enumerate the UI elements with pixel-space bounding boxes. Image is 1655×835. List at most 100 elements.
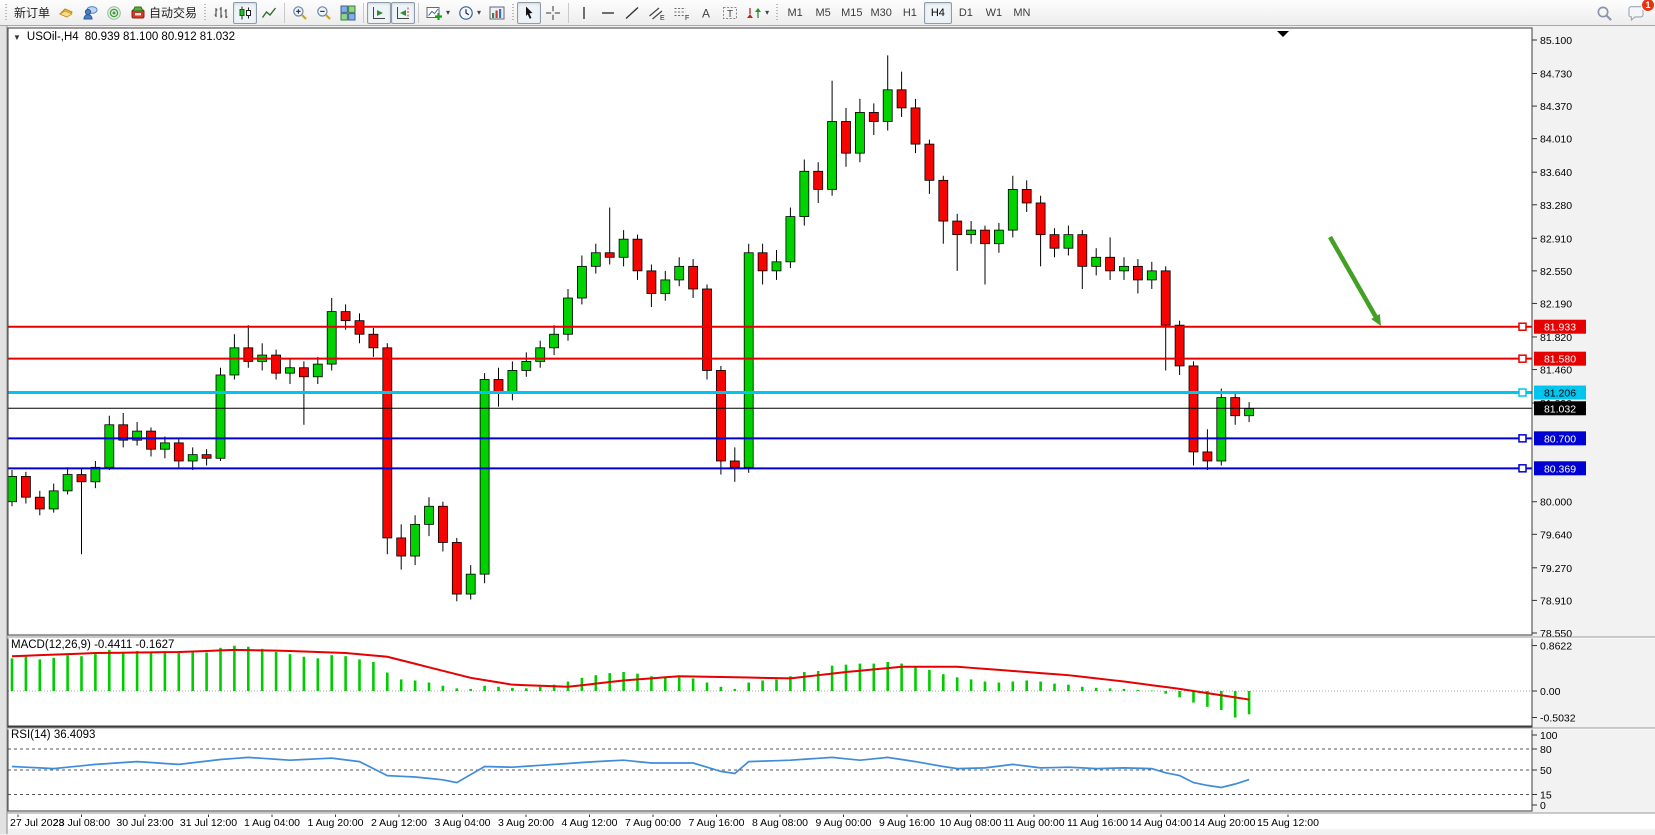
candle-body — [8, 476, 17, 501]
line-anchor-marker[interactable] — [1519, 465, 1526, 472]
arrows-dropdown-caret[interactable]: ▾ — [765, 8, 769, 17]
candle-body — [842, 121, 851, 153]
tile-windows-button[interactable] — [336, 2, 360, 24]
candle-body — [577, 266, 586, 298]
zoom-out-icon — [316, 5, 332, 21]
price-line-label: 81.933 — [1544, 322, 1576, 334]
window-left-edge — [0, 26, 7, 834]
gold-badge-icon — [58, 5, 74, 21]
chart-canvas[interactable]: 85.10084.73084.37084.01083.64083.28082.9… — [0, 26, 1655, 834]
candle-body — [1064, 235, 1073, 249]
crosshair-button[interactable] — [541, 2, 565, 24]
line-anchor-marker[interactable] — [1519, 355, 1526, 362]
zoom-out-button[interactable] — [312, 2, 336, 24]
auto-trading-button[interactable]: 自动交易 — [126, 2, 201, 24]
candle-body — [466, 574, 475, 594]
candle-body — [1217, 398, 1226, 461]
price-tick-label: 85.100 — [1540, 35, 1572, 47]
search-button[interactable] — [1592, 2, 1617, 24]
timeframe-m30-button[interactable]: M30 — [866, 2, 895, 24]
notifications-button[interactable]: 1 — [1623, 2, 1649, 24]
periods-button[interactable]: ▾ — [454, 2, 485, 24]
time-tick-label: 15 Aug 12:00 — [1257, 817, 1319, 829]
candle-body — [814, 171, 823, 189]
fibonacci-icon: F — [673, 5, 690, 21]
text-label-button[interactable]: T — [718, 2, 742, 24]
timeframe-mn-button[interactable]: MN — [1008, 2, 1036, 24]
timeframe-w1-button[interactable]: W1 — [980, 2, 1008, 24]
candle-body — [1231, 398, 1240, 416]
rsi-pane[interactable] — [8, 727, 1532, 811]
rsi-tick-label: 100 — [1540, 730, 1558, 742]
signal-icon — [106, 5, 122, 21]
timeframe-m5-button[interactable]: M5 — [809, 2, 837, 24]
market-watch-button[interactable] — [54, 2, 78, 24]
templates-icon — [489, 5, 505, 21]
price-tick-label: 83.640 — [1540, 167, 1572, 179]
timeframe-h4-button[interactable]: H4 — [924, 2, 952, 24]
macd-tick-label: 0.8622 — [1540, 641, 1572, 653]
timeframe-d1-button[interactable]: D1 — [952, 2, 980, 24]
candle-body — [716, 370, 725, 461]
toolbar-drag-handle[interactable] — [775, 4, 779, 22]
price-tick-label: 81.820 — [1540, 332, 1572, 344]
bar-chart-button[interactable] — [209, 2, 233, 24]
toolbar-drag-handle[interactable] — [511, 4, 515, 22]
auto-scroll-button[interactable] — [367, 2, 391, 24]
toolbar-drag-handle[interactable] — [4, 4, 8, 22]
candle-body — [1022, 189, 1031, 203]
text-button[interactable]: A — [694, 2, 718, 24]
main-chart-pane[interactable] — [8, 28, 1532, 635]
timeframe-m15-button[interactable]: M15 — [837, 2, 866, 24]
candle-body — [744, 253, 753, 468]
candle-body — [216, 375, 225, 458]
horizontal-line-button[interactable] — [596, 2, 620, 24]
price-tick-label: 78.910 — [1540, 595, 1572, 607]
candle-body — [425, 506, 434, 524]
arrows-button[interactable]: ▾ — [742, 2, 773, 24]
vertical-line-button[interactable] — [572, 2, 596, 24]
ohlc-bars-icon — [213, 5, 229, 21]
candle-body — [828, 121, 837, 189]
text-label-icon: T — [722, 5, 738, 21]
new-order-button[interactable]: 新订单 — [10, 2, 54, 24]
chart-window: 85.10084.73084.37084.01083.64083.28082.9… — [0, 26, 1655, 834]
templates-button[interactable] — [485, 2, 509, 24]
chart-shift-button[interactable] — [391, 2, 415, 24]
equidistant-channel-button[interactable]: E — [644, 2, 669, 24]
indicators-dropdown-caret[interactable]: ▾ — [446, 8, 450, 17]
candle-body — [91, 467, 100, 481]
candle-body — [883, 90, 892, 122]
community-button[interactable] — [78, 2, 102, 24]
candle-body — [897, 90, 906, 108]
candle-body — [147, 431, 156, 449]
svg-text:T: T — [727, 8, 733, 19]
toolbar-drag-handle[interactable] — [203, 4, 207, 22]
candle-body — [1008, 189, 1017, 230]
candlestick-chart-button[interactable] — [233, 2, 257, 24]
indicators-icon — [426, 5, 443, 21]
line-chart-button[interactable] — [257, 2, 281, 24]
one-click-collapse-icon[interactable]: ▼ — [13, 33, 21, 42]
news-signal-button[interactable] — [102, 2, 126, 24]
line-anchor-marker[interactable] — [1519, 323, 1526, 330]
line-chart-icon — [261, 5, 277, 21]
trendline-icon — [624, 5, 640, 21]
zoom-in-button[interactable] — [288, 2, 312, 24]
candle-body — [564, 298, 573, 334]
timeframe-m1-button[interactable]: M1 — [781, 2, 809, 24]
line-anchor-marker[interactable] — [1519, 435, 1526, 442]
cursor-button[interactable] — [517, 2, 541, 24]
indicators-button[interactable]: ▾ — [422, 2, 454, 24]
candle-body — [174, 443, 183, 461]
candle-body — [869, 112, 878, 121]
trendline-button[interactable] — [620, 2, 644, 24]
fibonacci-button[interactable]: F — [669, 2, 694, 24]
periods-dropdown-caret[interactable]: ▾ — [477, 8, 481, 17]
time-tick-label: 30 Jul 23:00 — [116, 817, 173, 829]
candle-body — [160, 443, 169, 449]
line-anchor-marker[interactable] — [1519, 389, 1526, 396]
timeframe-h1-button[interactable]: H1 — [896, 2, 924, 24]
auto-trading-label: 自动交易 — [149, 4, 197, 21]
macd-indicator-label: MACD(12,26,9) -0.4411 -0.1627 — [11, 639, 174, 651]
